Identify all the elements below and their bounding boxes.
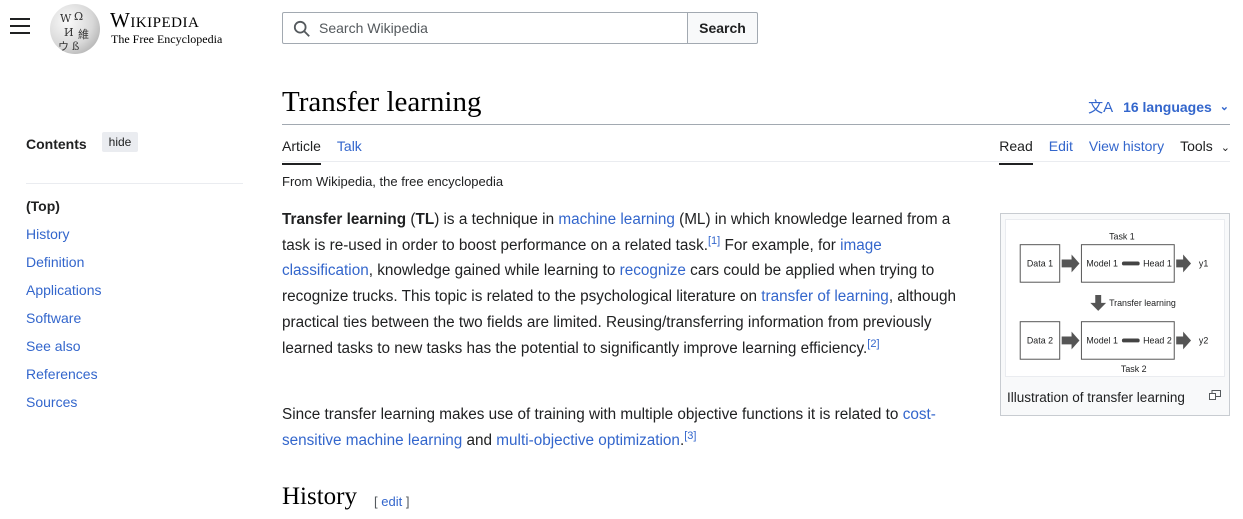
bold-term: Transfer learning	[282, 211, 407, 228]
transfer-learning-diagram[interactable]: Task 1 Data 1 Model 1 Head 1 y1 Transfer…	[1005, 219, 1225, 377]
arrow-right-icon	[1061, 331, 1080, 350]
title-divider	[282, 124, 1230, 125]
text: Since transfer learning makes use of tra…	[282, 406, 903, 423]
thumbnail-figure: Task 1 Data 1 Model 1 Head 1 y1 Transfer…	[1000, 213, 1230, 416]
wikipedia-globe-logo[interactable]: W Ω И 維 ウ ß	[50, 4, 100, 54]
task1-label: Task 1	[1109, 232, 1135, 242]
toc-hide-button[interactable]: hide	[101, 132, 139, 152]
tabs-divider	[282, 161, 1230, 162]
second-paragraph: Since transfer learning makes use of tra…	[282, 402, 972, 453]
head2-label: Head 2	[1143, 335, 1172, 345]
link-transfer-of-learning[interactable]: transfer of learning	[761, 288, 889, 305]
edit-section: [ edit ]	[374, 494, 409, 509]
tagline: The Free Encyclopedia	[111, 32, 223, 46]
model1b-label: Model 1	[1086, 335, 1118, 345]
y2-label: y2	[1199, 335, 1208, 345]
arrow-right-icon	[1176, 254, 1192, 273]
link-multi-objective-optimization[interactable]: multi-objective optimization	[496, 432, 680, 449]
connector-bar	[1121, 261, 1140, 266]
arrow-right-icon	[1176, 331, 1192, 350]
toc-header: Contents hide	[26, 132, 243, 184]
search-icon	[293, 20, 310, 37]
search-input[interactable]	[319, 13, 679, 43]
page-title: Transfer learning	[282, 86, 482, 118]
toc-item-definition[interactable]: Definition	[26, 254, 243, 282]
chevron-down-icon: ⌄	[1220, 142, 1230, 154]
languages-label: 16 languages	[1123, 98, 1212, 115]
tools-label: Tools	[1180, 138, 1213, 154]
toc-item-software[interactable]: Software	[26, 310, 243, 338]
toc-item-top[interactable]: (Top)	[26, 198, 243, 226]
ref-link-3[interactable]: [3]	[684, 430, 696, 442]
chevron-down-icon: ⌄	[1219, 101, 1229, 113]
y1-label: y1	[1199, 258, 1208, 268]
link-recognize[interactable]: recognize	[620, 262, 686, 279]
connector-bar	[1121, 338, 1140, 343]
head1-label: Head 1	[1143, 258, 1172, 268]
wordmark[interactable]: Wikipedia	[110, 8, 199, 33]
enlarge-icon[interactable]	[1209, 390, 1221, 400]
table-of-contents: Contents hide (Top) History Definition A…	[26, 132, 243, 422]
ref-link-2[interactable]: [2]	[867, 337, 879, 349]
data2-label: Data 2	[1027, 335, 1053, 345]
arrow-down-icon	[1090, 295, 1107, 311]
search-box	[282, 12, 688, 44]
toc-item-sources[interactable]: Sources	[26, 394, 243, 422]
edit-section-link[interactable]: edit	[381, 494, 402, 509]
toc-item-applications[interactable]: Applications	[26, 282, 243, 310]
bracket: ]	[402, 494, 410, 509]
toc-item-history[interactable]: History	[26, 226, 243, 254]
toc-item-see-also[interactable]: See also	[26, 338, 243, 366]
text: and	[462, 431, 497, 449]
task2-label: Task 2	[1121, 364, 1147, 374]
main-menu-hamburger-icon[interactable]	[10, 18, 30, 36]
languages-button[interactable]: 文A 16 languages ⌄	[1088, 96, 1229, 117]
text: ) is a technique in	[434, 211, 559, 228]
transfer-label: Transfer learning	[1109, 298, 1176, 308]
section-heading-history: History	[282, 483, 357, 510]
ref-link-1[interactable]: [1]	[708, 235, 720, 247]
data1-label: Data 1	[1027, 258, 1053, 268]
arrow-right-icon	[1061, 254, 1080, 273]
link-machine-learning[interactable]: machine learning	[558, 211, 675, 228]
toc-item-references[interactable]: References	[26, 366, 243, 394]
site-subtitle: From Wikipedia, the free encyclopedia	[282, 174, 504, 189]
intro-paragraph: Transfer learning (TL) is a technique in…	[282, 207, 972, 361]
translate-icon: 文A	[1088, 99, 1114, 116]
model1a-label: Model 1	[1086, 258, 1118, 268]
text: For example, for	[720, 236, 841, 254]
search-button[interactable]: Search	[687, 12, 758, 44]
text: , knowledge gained while learning to	[368, 262, 620, 280]
toc-title: Contents	[26, 136, 87, 152]
figure-caption: Illustration of transfer learning	[1007, 390, 1185, 405]
bold-abbr: TL	[415, 211, 435, 228]
